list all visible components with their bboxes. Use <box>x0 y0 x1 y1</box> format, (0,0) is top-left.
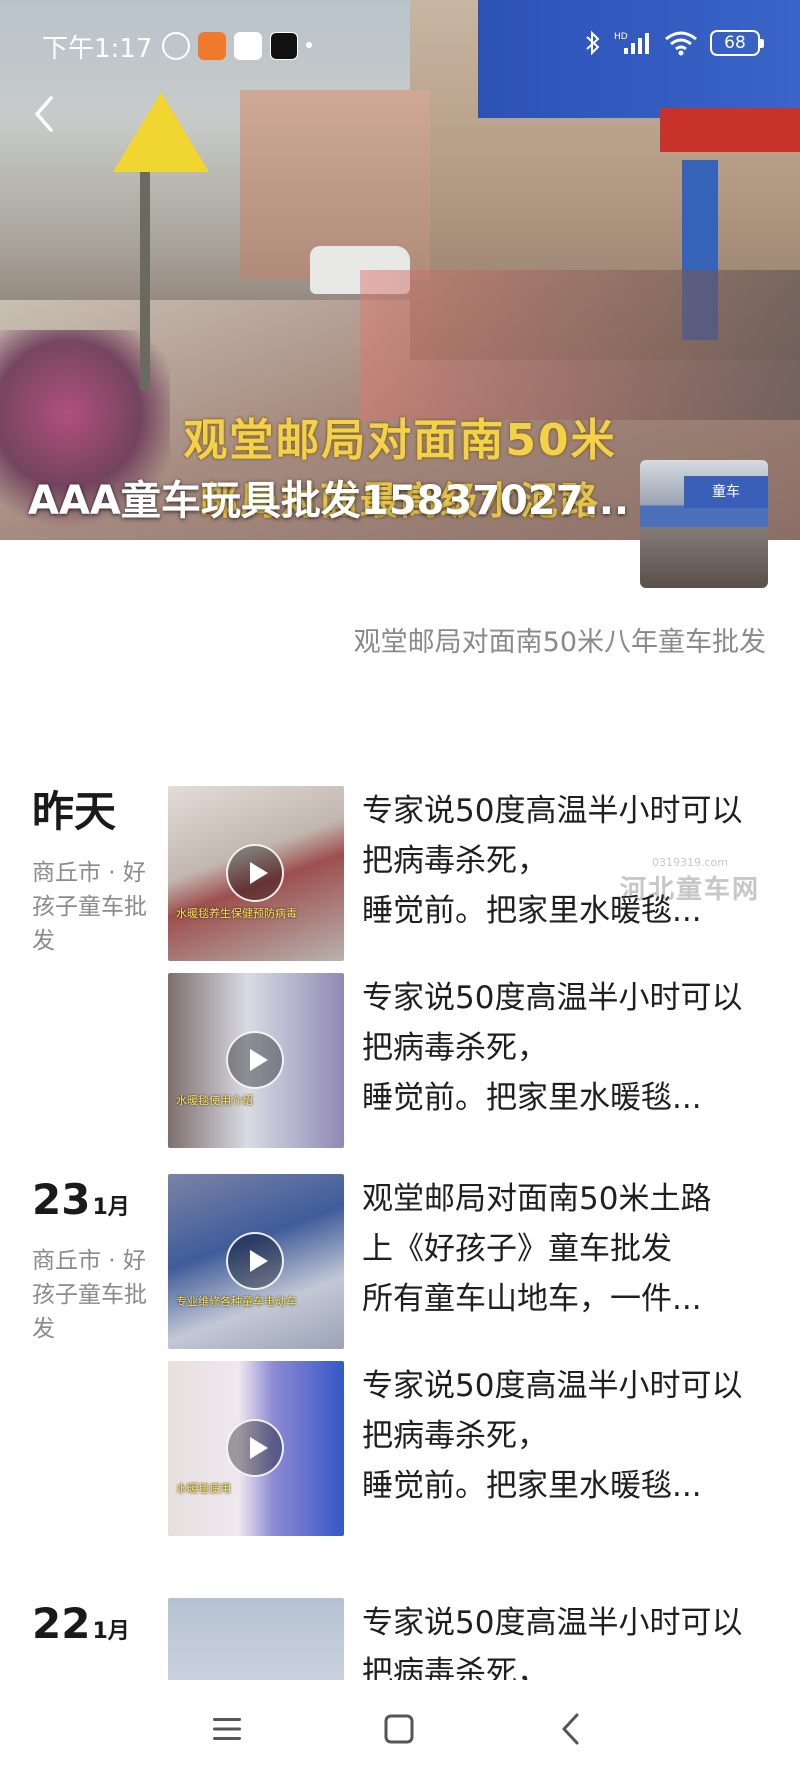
alarm-icon <box>162 32 190 60</box>
bluetooth-icon <box>586 30 600 56</box>
cover-banner <box>660 108 800 152</box>
post-text: 专家说50度高温半小时可以 把病毒杀死， 睡觉前。把家里水暖毯... <box>362 793 743 929</box>
status-bar: 下午1:17 HD 68 <box>0 0 800 92</box>
post-text: 专家说50度高温半小时可以 把病毒杀死， 睡觉前。把家里水暖毯... <box>362 980 743 1116</box>
home-icon <box>384 1714 414 1744</box>
video-thumbnail[interactable]: 水暖毯使用介绍 <box>168 973 344 1148</box>
traffic-sign-icon <box>113 92 209 172</box>
video-thumbnail[interactable] <box>168 1598 344 1686</box>
back-icon <box>562 1713 579 1745</box>
status-time: 下午1:17 <box>42 34 153 64</box>
svg-text:HD: HD <box>614 32 628 42</box>
play-icon <box>226 844 284 902</box>
timeline-feed[interactable]: 昨天 商丘市 · 好孩子童车批发 水暖毯养生保健预防病毒 专家说50度高温半小时… <box>0 786 800 1686</box>
post-item[interactable]: 水暖毯养生保健预防病毒 专家说50度高温半小时可以 把病毒杀死， 睡觉前。把家里… <box>0 786 800 961</box>
system-navigation-bar <box>0 1680 800 1778</box>
nav-home-button[interactable] <box>369 1704 429 1754</box>
back-button[interactable] <box>22 92 66 144</box>
cover-caption: 观堂邮局对面南50米 <box>183 415 617 466</box>
avatar-sign: 童车 <box>684 476 768 508</box>
thumbnail-caption: 水暖毯使用 <box>176 1482 231 1495</box>
capcut-icon <box>270 32 298 60</box>
thumbnail-caption: 专业维修各种童车电动车 <box>176 1295 297 1308</box>
day-group: 221月 专家说50度高温半小时可以 把病毒杀死， 睡觉前。把家里水暖毯... <box>0 1598 800 1686</box>
avatar[interactable]: 童车 <box>640 460 768 588</box>
video-thumbnail[interactable]: 专业维修各种童车电动车 <box>168 1174 344 1349</box>
app-notification-icon <box>198 32 226 60</box>
day-group: 231月 商丘市 · 好孩子童车批发 专业维修各种童车电动车 观堂邮局对面南50… <box>0 1174 800 1598</box>
thumbnail-caption: 水暖毯养生保健预防病毒 <box>176 907 297 920</box>
video-thumbnail[interactable]: 水暖毯使用 <box>168 1361 344 1536</box>
post-item[interactable]: 水暖毯使用 专家说50度高温半小时可以 把病毒杀死， 睡觉前。把家里水暖毯... <box>0 1361 800 1536</box>
wifi-icon <box>665 31 697 56</box>
moments-page: 观堂邮局对面南50米 邮局对面最高级水泥路 AAA童车玩具批发15837027.… <box>0 0 800 1778</box>
menu-icon <box>213 1718 241 1740</box>
post-item[interactable]: 专业维修各种童车电动车 观堂邮局对面南50米土路 上《好孩子》童车批发 所有童车… <box>0 1174 800 1349</box>
post-item[interactable]: 水暖毯使用介绍 专家说50度高温半小时可以 把病毒杀死， 睡觉前。把家里水暖毯.… <box>0 973 800 1148</box>
video-thumbnail[interactable]: 水暖毯养生保健预防病毒 <box>168 786 344 961</box>
battery-icon: 68 <box>710 30 764 56</box>
post-item[interactable]: 专家说50度高温半小时可以 把病毒杀死， 睡觉前。把家里水暖毯... <box>0 1598 800 1686</box>
more-dot-icon <box>306 42 312 48</box>
cover-bikes <box>360 270 800 420</box>
cellular-signal-icon: HD <box>614 32 649 54</box>
status-right-icons: HD 68 <box>584 30 764 56</box>
post-text: 专家说50度高温半小时可以 把病毒杀死， 睡觉前。把家里水暖毯... <box>362 1368 743 1504</box>
thumbnail-caption: 水暖毯使用介绍 <box>176 1094 253 1107</box>
chevron-left-icon <box>35 96 53 132</box>
profile-signature: 观堂邮局对面南50米八年童车批发 <box>353 627 766 658</box>
day-group: 昨天 商丘市 · 好孩子童车批发 水暖毯养生保健预防病毒 专家说50度高温半小时… <box>0 786 800 1174</box>
play-icon <box>226 1232 284 1290</box>
play-icon <box>226 1031 284 1089</box>
nav-menu-button[interactable] <box>197 1704 257 1754</box>
cover-title: AAA童车玩具批发15837027... <box>28 478 630 524</box>
post-text: 观堂邮局对面南50米土路 上《好孩子》童车批发 所有童车山地车，一件... <box>362 1181 712 1317</box>
play-icon <box>226 1419 284 1477</box>
map-notification-icon <box>234 32 262 60</box>
post-text: 专家说50度高温半小时可以 把病毒杀死， 睡觉前。把家里水暖毯... <box>362 1605 743 1686</box>
nav-back-button[interactable] <box>541 1704 601 1754</box>
